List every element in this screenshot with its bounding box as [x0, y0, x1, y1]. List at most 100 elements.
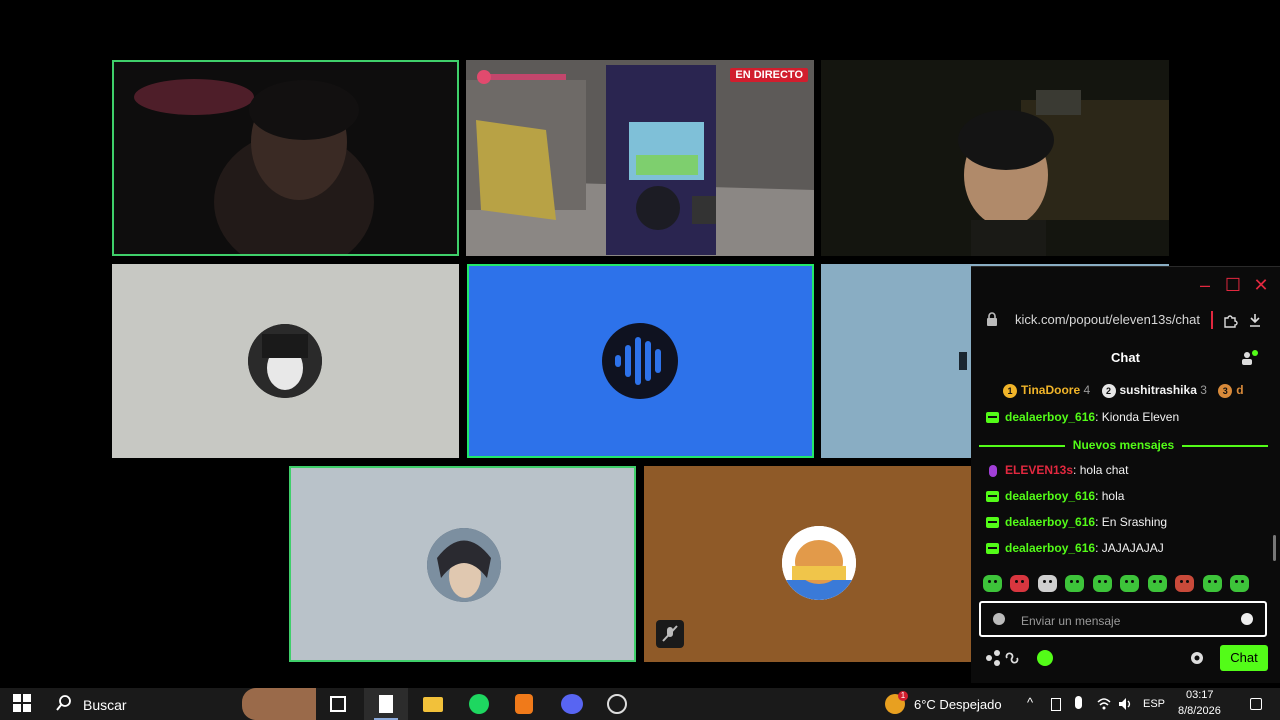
emote-icon[interactable]: [1120, 575, 1140, 593]
chat-send-button[interactable]: Chat: [1220, 645, 1268, 671]
chat-popout-window: – ☐ ✕ kick.com/popout/eleven13s/chat Cha…: [971, 266, 1280, 683]
chat-text: JAJAJAJAJ: [1101, 541, 1164, 555]
emote-icon[interactable]: [1147, 575, 1167, 593]
leaderboard-name: sushitrashika: [1119, 383, 1197, 397]
chat-users-icon[interactable]: [1240, 349, 1258, 367]
muted-mic-icon[interactable]: [656, 620, 684, 648]
subscriber-badge-icon: [986, 517, 999, 529]
clock-date[interactable]: 8/8/2026: [1178, 705, 1221, 717]
emoji-icon[interactable]: [1241, 613, 1253, 625]
lock-icon: [987, 312, 997, 326]
task-view-icon[interactable]: [330, 696, 346, 712]
url-bar-divider: [1211, 311, 1213, 329]
emote-icon[interactable]: [1202, 575, 1222, 593]
search-icon[interactable]: [55, 694, 75, 714]
emote-icon[interactable]: [1092, 575, 1112, 593]
chat-message[interactable]: ELEVEN13s: hola chat: [986, 462, 1128, 478]
webcam-feed: [821, 60, 1169, 256]
emote-icon[interactable]: [1230, 575, 1250, 593]
search-highlight-image: [242, 688, 316, 720]
obs-recording-icon[interactable]: [607, 694, 627, 714]
webcam-feed: [114, 62, 457, 254]
chat-username[interactable]: ELEVEN13s: [1005, 463, 1073, 477]
leaderboard-entry[interactable]: 2 sushitrashika 3: [1101, 383, 1211, 398]
weather-alert-badge: 1: [898, 691, 908, 701]
participant-avatar: [782, 526, 856, 600]
chat-input[interactable]: [1019, 611, 1223, 631]
chat-text: hola chat: [1079, 463, 1129, 477]
spotify-icon[interactable]: [469, 694, 489, 714]
minimize-button[interactable]: –: [1193, 273, 1217, 297]
chat-text: hola: [1101, 489, 1125, 503]
chat-message[interactable]: dealaerboy_616: En Srashing: [986, 514, 1167, 530]
emote-icon[interactable]: [1037, 575, 1057, 593]
settings-gear-icon[interactable]: [1188, 649, 1206, 667]
share-icon[interactable]: [985, 650, 1001, 666]
taskbar-search-label[interactable]: Buscar: [83, 697, 127, 713]
wifi-icon[interactable]: [1096, 696, 1116, 716]
leaderboard-count: 3: [1200, 383, 1207, 397]
rank-badge: 1: [1003, 383, 1017, 398]
chat-message[interactable]: dealaerboy_616: hola: [986, 488, 1124, 504]
microphone-icon[interactable]: [1075, 696, 1082, 709]
shield-icon[interactable]: [993, 613, 1005, 625]
participant-tile-audio-speaking[interactable]: [467, 264, 814, 458]
emote-icon[interactable]: [1065, 575, 1085, 593]
windows-taskbar: Buscar 1 6°C Despejado ^ ESP 03:17 8/8/2…: [0, 688, 1280, 720]
download-icon[interactable]: [1247, 312, 1263, 328]
keyboard-language[interactable]: ESP: [1143, 698, 1165, 710]
subscriber-badge-icon: [986, 491, 999, 503]
chat-username[interactable]: dealaerboy_616: [1005, 489, 1095, 503]
new-messages-label: Nuevos mensajes: [1072, 438, 1175, 452]
participant-avatar: [248, 324, 322, 398]
emote-bar: [983, 575, 1253, 595]
extension-icon[interactable]: [1222, 312, 1238, 328]
subscriber-badge-icon: [986, 543, 999, 555]
display-icon[interactable]: [1051, 698, 1061, 711]
leaderboard-entry[interactable]: 3d: [1218, 383, 1244, 398]
participant-tile-avatar-3[interactable]: [644, 466, 971, 662]
emote-icon[interactable]: [1010, 575, 1030, 593]
new-messages-divider[interactable]: Nuevos mensajes: [979, 437, 1268, 453]
weather-text[interactable]: 6°C Despejado: [914, 697, 1002, 712]
notepad-app-icon[interactable]: [364, 688, 408, 720]
fl-studio-icon[interactable]: [515, 694, 533, 714]
chat-username[interactable]: dealaerboy_616: [1005, 541, 1095, 555]
notification-icon[interactable]: [1250, 698, 1262, 710]
url-text: kick.com/popout/eleven13s/chat: [1015, 312, 1200, 327]
chat-message[interactable]: dealaerboy_616: Kionda Eleven: [986, 409, 1179, 425]
tray-chevron-icon[interactable]: ^: [1027, 695, 1033, 710]
volume-icon[interactable]: [1117, 696, 1137, 716]
participant-tile-avatar-2[interactable]: [289, 466, 636, 662]
leaderboard-name: TinaDoore: [1021, 383, 1081, 397]
subscriber-badge-icon: [986, 412, 999, 424]
file-explorer-icon[interactable]: [423, 697, 443, 712]
participant-tile-game-stream[interactable]: EN DIRECTO: [466, 60, 814, 256]
emote-icon[interactable]: [1175, 575, 1195, 593]
emote-icon[interactable]: [983, 575, 1002, 593]
chat-username[interactable]: dealaerboy_616: [1005, 515, 1095, 529]
infinity-icon[interactable]: [1003, 651, 1021, 665]
chat-scrollbar[interactable]: [1273, 535, 1276, 561]
participant-avatar: [427, 528, 501, 602]
clock-time[interactable]: 03:17: [1186, 689, 1214, 701]
gift-leaderboard: 1 TinaDoore 4 2 sushitrashika 3 3d: [1003, 383, 1279, 403]
kick-logo-icon[interactable]: [1037, 650, 1053, 666]
chat-username[interactable]: dealaerboy_616: [1005, 410, 1095, 424]
chat-message-field[interactable]: [979, 601, 1267, 637]
live-badge: EN DIRECTO: [730, 68, 808, 82]
maximize-button[interactable]: ☐: [1221, 273, 1245, 297]
audio-wave-icon: [602, 323, 678, 399]
participant-tile-avatar-1[interactable]: [112, 264, 459, 458]
windows-start-icon[interactable]: [13, 694, 33, 714]
chat-title: Chat: [1111, 350, 1140, 365]
participant-tile-guest-camera[interactable]: [821, 60, 1169, 256]
close-button[interactable]: ✕: [1249, 273, 1273, 297]
participant-tile-host-camera[interactable]: [112, 60, 459, 256]
leaderboard-count: 4: [1083, 383, 1091, 397]
game-screen: [466, 60, 814, 256]
discord-icon[interactable]: [561, 694, 583, 714]
chat-message[interactable]: dealaerboy_616: JAJAJAJAJ: [986, 540, 1164, 556]
address-bar[interactable]: kick.com/popout/eleven13s/chat: [979, 307, 1271, 333]
leaderboard-entry[interactable]: 1 TinaDoore 4: [1003, 383, 1094, 398]
